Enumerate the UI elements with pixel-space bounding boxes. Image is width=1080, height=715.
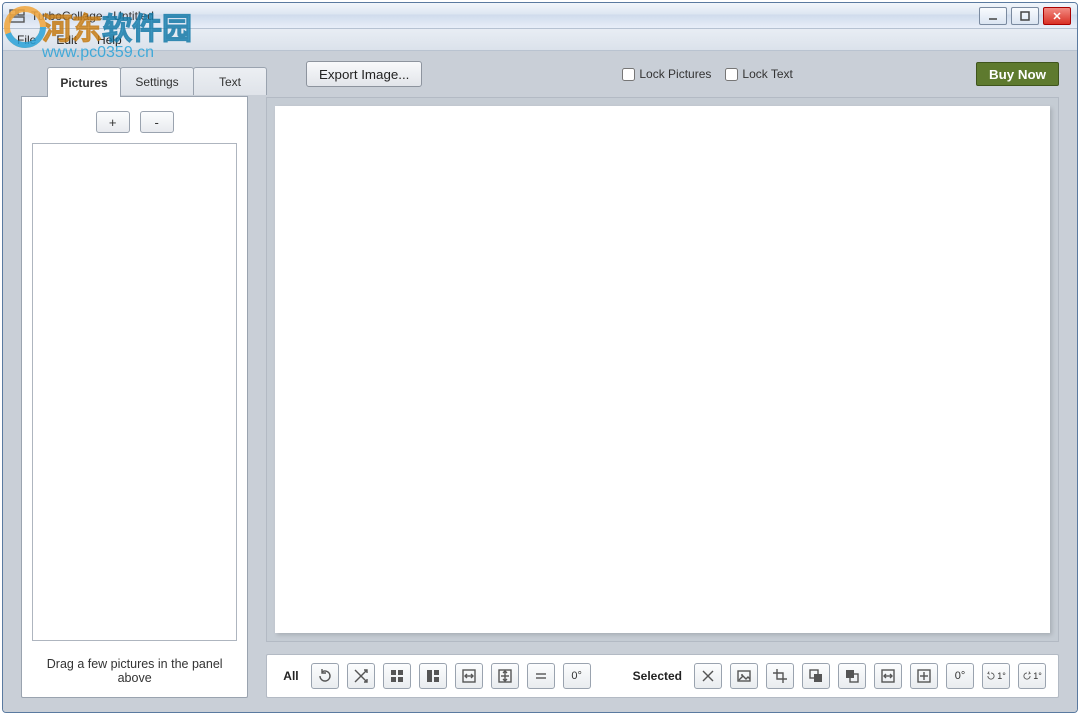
fit-horizontal-icon[interactable] [455,663,483,689]
tab-pictures[interactable]: Pictures [47,67,121,97]
grid-2x2-icon[interactable] [383,663,411,689]
maximize-button[interactable] [1011,7,1039,25]
window-title: TurboCollage - Untitled [31,9,154,23]
all-label: All [283,669,298,683]
collage-canvas[interactable] [275,106,1050,633]
fit-horizontal-sel-icon[interactable] [874,663,902,689]
redo-layout-icon[interactable] [311,663,339,689]
crop-icon[interactable] [766,663,794,689]
bring-front-icon[interactable] [838,663,866,689]
bottom-toolbar: All [266,654,1059,698]
app-icon [9,9,25,23]
one-deg-cw-label: 1° [1033,671,1042,681]
close-button[interactable] [1043,7,1071,25]
zero-deg-label: 0° [571,670,582,682]
equal-size-icon[interactable] [527,663,555,689]
menu-edit[interactable]: Edit [48,31,85,49]
buy-now-button[interactable]: Buy Now [976,62,1059,86]
lock-pictures-checkbox[interactable]: Lock Pictures [622,67,711,81]
menu-file[interactable]: File [9,31,44,49]
image-icon[interactable] [730,663,758,689]
send-back-icon[interactable] [802,663,830,689]
pictures-panel: + - Drag a few pictures in the panel abo… [21,96,248,698]
fit-all-sel-icon[interactable] [910,663,938,689]
menu-help[interactable]: Help [89,31,130,49]
rotate-ccw-icon[interactable]: 1° [982,663,1010,689]
remove-icon[interactable] [694,663,722,689]
grid-split-icon[interactable] [419,663,447,689]
lock-text-label: Lock Text [742,67,792,81]
menubar: File Edit Help [3,29,1077,51]
rotate-zero-all-button[interactable]: 0° [563,663,591,689]
add-picture-button[interactable]: + [96,111,130,133]
rotate-zero-sel-button[interactable]: 0° [946,663,974,689]
shuffle-icon[interactable] [347,663,375,689]
export-image-button[interactable]: Export Image... [306,61,422,87]
one-deg-ccw-label: 1° [997,671,1006,681]
side-tabs: Pictures Settings Text [47,67,266,97]
zero-deg-sel-label: 0° [955,670,966,682]
tab-settings[interactable]: Settings [120,67,194,95]
tab-text[interactable]: Text [193,67,267,95]
canvas-frame [266,97,1059,642]
pictures-list[interactable] [32,143,237,641]
lock-pictures-label: Lock Pictures [639,67,711,81]
remove-picture-button[interactable]: - [140,111,174,133]
lock-pictures-input[interactable] [622,68,635,81]
fit-all-icon[interactable] [491,663,519,689]
lock-text-input[interactable] [725,68,738,81]
selected-label: Selected [633,669,682,683]
minimize-button[interactable] [979,7,1007,25]
lock-text-checkbox[interactable]: Lock Text [725,67,792,81]
drag-hint: Drag a few pictures in the panel above [32,651,237,687]
rotate-cw-icon[interactable]: 1° [1018,663,1046,689]
titlebar: TurboCollage - Untitled [3,3,1077,29]
